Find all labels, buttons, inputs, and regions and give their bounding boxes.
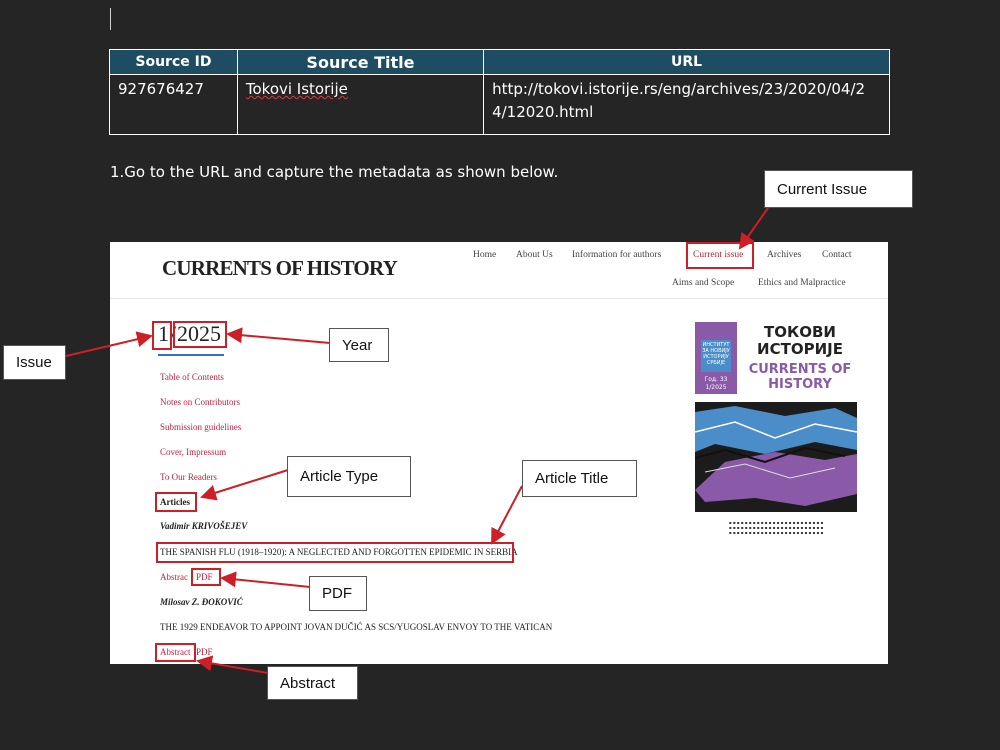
callout-year: Year <box>329 328 389 362</box>
callout-pdf: PDF <box>309 576 367 611</box>
callout-article-type: Article Type <box>287 456 411 497</box>
arrow-issue <box>65 331 153 357</box>
callout-article-title: Article Title <box>522 460 637 497</box>
arrow-article-type <box>200 469 289 501</box>
annotation-arrows <box>65 207 769 674</box>
arrow-article-title <box>491 485 523 545</box>
callout-issue: Issue <box>3 345 66 380</box>
arrow-current-issue <box>738 207 769 250</box>
arrow-pdf <box>220 571 311 588</box>
arrow-abstract <box>196 655 269 674</box>
arrow-year <box>226 327 331 344</box>
callout-current-issue: Current Issue <box>764 170 913 208</box>
callout-abstract: Abstract <box>267 666 358 700</box>
